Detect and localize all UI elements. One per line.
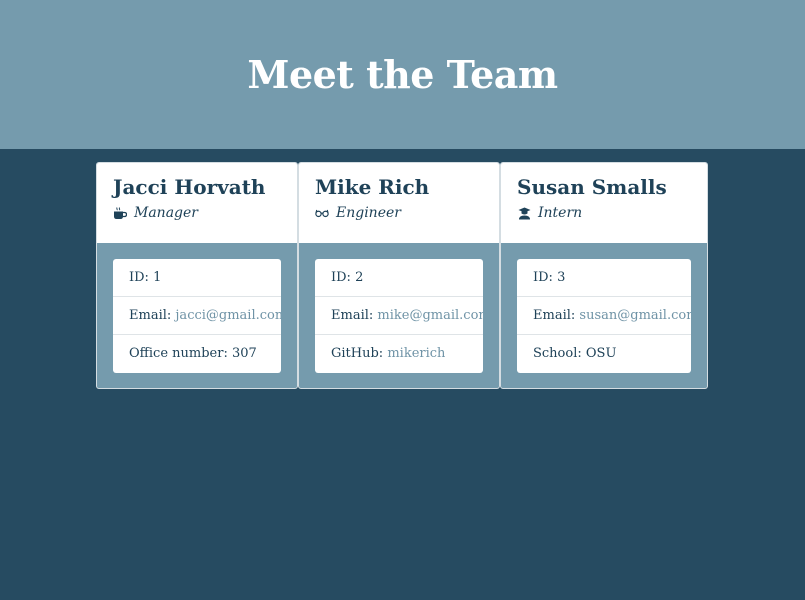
- employee-name: Jacci Horvath: [113, 175, 266, 199]
- email-link[interactable]: susan@gmail.com: [579, 308, 691, 323]
- card-header: Susan Smalls Intern: [501, 163, 707, 243]
- id-row: ID: 3: [517, 259, 691, 297]
- id-value: 2: [355, 270, 364, 285]
- school-value: OSU: [585, 346, 617, 361]
- employee-role: Manager: [113, 205, 281, 221]
- email-label: Email:: [331, 308, 374, 323]
- email-row: Email: mike@gmail.com: [315, 297, 483, 335]
- id-row: ID: 2: [315, 259, 483, 297]
- card-header: Mike Rich Engineer: [299, 163, 499, 243]
- employee-name: Susan Smalls: [517, 175, 667, 199]
- graduate-icon: [517, 206, 531, 220]
- employee-card-engineer: Mike Rich Engineer ID: 2 Email: mike@gma…: [298, 162, 500, 389]
- employee-name: Mike Rich: [315, 175, 430, 199]
- email-link[interactable]: jacci@gmail.com: [175, 308, 281, 323]
- card-body: ID: 1 Email: jacci@gmail.com Office numb…: [97, 243, 297, 388]
- email-link[interactable]: mike@gmail.com: [377, 308, 483, 323]
- office-number-row: Office number: 307: [113, 335, 281, 373]
- page-title: Meet the Team: [247, 52, 558, 97]
- github-link[interactable]: mikerich: [387, 346, 445, 361]
- id-label: ID:: [331, 270, 351, 285]
- page-header: Meet the Team: [0, 0, 805, 149]
- school-label: School:: [533, 346, 582, 361]
- employee-card-intern: Susan Smalls Intern ID: 3 Email: susan@g…: [500, 162, 708, 389]
- id-row: ID: 1: [113, 259, 281, 297]
- role-label: Engineer: [336, 205, 401, 221]
- info-list: ID: 2 Email: mike@gmail.com GitHub: mike…: [315, 259, 483, 373]
- coffee-icon: [113, 206, 127, 220]
- email-row: Email: jacci@gmail.com: [113, 297, 281, 335]
- employee-card-manager: Jacci Horvath Manager ID: 1 Email: jacci…: [96, 162, 298, 389]
- email-row: Email: susan@gmail.com: [517, 297, 691, 335]
- card-header: Jacci Horvath Manager: [97, 163, 297, 243]
- info-list: ID: 3 Email: susan@gmail.com School: OSU: [517, 259, 691, 373]
- card-body: ID: 2 Email: mike@gmail.com GitHub: mike…: [299, 243, 499, 388]
- employee-role: Intern: [517, 205, 691, 221]
- github-label: GitHub:: [331, 346, 384, 361]
- id-label: ID:: [129, 270, 149, 285]
- office-number-value: 307: [231, 346, 257, 361]
- role-label: Intern: [538, 205, 583, 221]
- team-cards: Jacci Horvath Manager ID: 1 Email: jacci…: [96, 162, 708, 389]
- id-label: ID:: [533, 270, 553, 285]
- school-row: School: OSU: [517, 335, 691, 373]
- email-label: Email:: [129, 308, 172, 323]
- role-label: Manager: [134, 205, 198, 221]
- office-number-label: Office number:: [129, 346, 228, 361]
- id-value: 3: [557, 270, 566, 285]
- email-label: Email:: [533, 308, 576, 323]
- employee-role: Engineer: [315, 205, 483, 221]
- github-row: GitHub: mikerich: [315, 335, 483, 373]
- glasses-icon: [315, 206, 329, 220]
- id-value: 1: [153, 270, 162, 285]
- info-list: ID: 1 Email: jacci@gmail.com Office numb…: [113, 259, 281, 373]
- card-body: ID: 3 Email: susan@gmail.com School: OSU: [501, 243, 707, 388]
